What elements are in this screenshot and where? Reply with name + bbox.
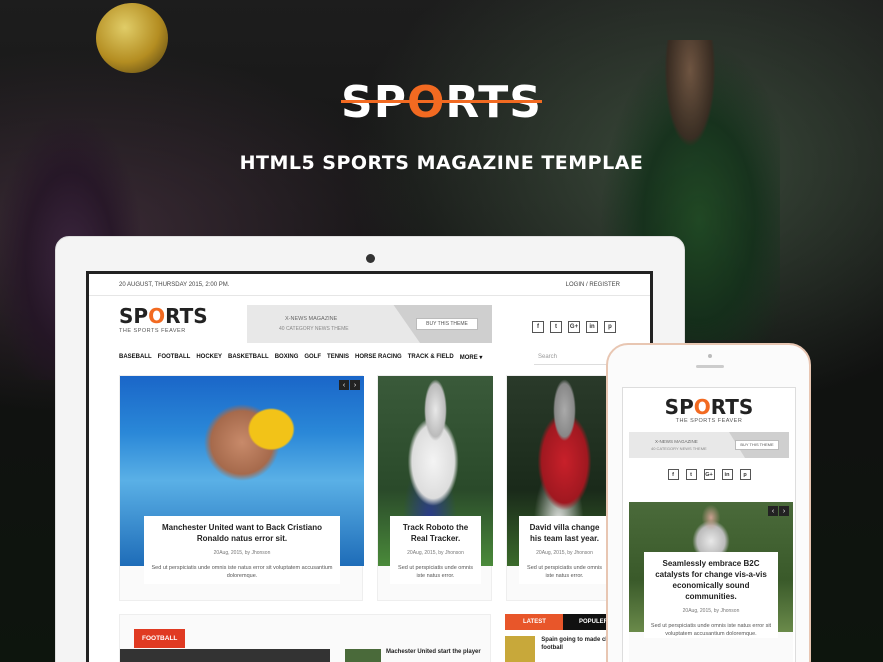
phone-logo-prefix: SP: [664, 395, 694, 419]
phone-logo-suffix: RTS: [710, 395, 754, 419]
hero-logo: SPORTS: [341, 80, 542, 126]
nav-item-more[interactable]: MORE ▾: [460, 354, 483, 361]
facebook-icon[interactable]: f: [532, 321, 544, 333]
site-tagline: THE SPORTS FEAVER: [119, 328, 186, 334]
ad-subtitle: 40 CATEGORY NEWS THEME: [279, 326, 349, 332]
nav-item-baseball[interactable]: BASEBALL: [119, 354, 152, 360]
featured-card[interactable]: David villa change his team last year. 2…: [506, 375, 622, 601]
ad-title: X-NEWS MAGAZINE: [285, 316, 338, 322]
card-text: Manchester United want to Back Cristiano…: [144, 516, 340, 584]
card-title[interactable]: Manchester United want to Back Cristiano…: [150, 522, 334, 544]
google-plus-icon[interactable]: G+: [568, 321, 580, 333]
hero-logo-strike: [341, 100, 542, 103]
hero-brand: SPORTS HTML5 SPORTS MAGAZINE TEMPLAE: [0, 80, 883, 175]
phone-featured-card[interactable]: ‹ › Seamlessly embrace B2C catalysts for…: [629, 502, 793, 662]
phone-slider-arrows: ‹ ›: [768, 506, 789, 516]
card-meta: 20Aug, 2015, by Jhonson: [407, 550, 464, 556]
phone-card-title[interactable]: Seamlessly embrace B2C catalysts for cha…: [650, 558, 772, 602]
football-main-image[interactable]: [120, 649, 330, 662]
phone-ad-banner[interactable]: X-NEWS MAGAZINE 40 CATEGORY NEWS THEME B…: [629, 432, 789, 458]
phone-tagline: THE SPORTS FEAVER: [675, 418, 743, 424]
header-ad-banner[interactable]: X-NEWS MAGAZINE 40 CATEGORY NEWS THEME B…: [247, 305, 492, 343]
card-meta: 20Aug, 2015, by Jhonson: [213, 550, 271, 556]
phone-logo[interactable]: SPORTS: [623, 396, 795, 418]
login-register-link[interactable]: LOGIN / REGISTER: [566, 282, 620, 288]
nav-item-boxing[interactable]: BOXING: [275, 354, 299, 360]
twitter-icon[interactable]: t: [550, 321, 562, 333]
main-nav: BASEBALL FOOTBALL HOCKEY BASKETBALL BOXI…: [89, 344, 650, 370]
featured-card[interactable]: Track Roboto the Real Tracker. 20Aug, 20…: [377, 375, 493, 601]
phone-camera: [708, 354, 712, 358]
featured-cards: ‹ › Manchester United want to Back Crist…: [119, 375, 622, 601]
nav-item-hockey[interactable]: HOCKEY: [196, 354, 222, 360]
twitter-icon[interactable]: t: [685, 469, 697, 480]
nav-item-golf[interactable]: GOLF: [304, 354, 321, 360]
tab-latest[interactable]: LATEST: [505, 614, 563, 630]
nav-item-tennis[interactable]: TENNIS: [327, 354, 349, 360]
site-logo-prefix: SP: [119, 304, 149, 328]
nav-item-horse-racing[interactable]: HORSE RACING: [355, 354, 402, 360]
phone-mockup: SPORTS THE SPORTS FEAVER X-NEWS MAGAZINE…: [606, 343, 811, 662]
list-item-thumb: [505, 636, 536, 662]
phone-logo-o: O: [693, 395, 711, 419]
site-logo[interactable]: SPORTS THE SPORTS FEAVER: [119, 306, 208, 334]
featured-card[interactable]: ‹ › Manchester United want to Back Crist…: [119, 375, 364, 601]
site-logo-suffix: RTS: [165, 304, 208, 328]
site-logo-o: O: [148, 304, 166, 328]
linkedin-icon[interactable]: in: [721, 469, 733, 480]
pinterest-icon[interactable]: p: [604, 321, 616, 333]
next-arrow-icon[interactable]: ›: [779, 506, 789, 516]
nav-item-football[interactable]: FOOTBALL: [158, 354, 191, 360]
category-badge[interactable]: FOOTBALL: [134, 629, 186, 648]
next-arrow-icon[interactable]: ›: [350, 380, 360, 390]
site-header: SPORTS THE SPORTS FEAVER X-NEWS MAGAZINE…: [89, 296, 650, 344]
phone-ad-subtitle: 40 CATEGORY NEWS THEME: [651, 446, 707, 451]
phone-speaker: [696, 365, 724, 368]
phone-buy-theme-button[interactable]: BUY THIS THEME: [735, 440, 779, 450]
laptop-camera: [366, 254, 375, 263]
slider-arrows: ‹ ›: [339, 380, 360, 390]
card-title[interactable]: Track Roboto the Real Tracker.: [396, 522, 475, 544]
pinterest-icon[interactable]: p: [739, 469, 751, 480]
card-excerpt: Sed ut perspiciatis unde omnis iste natu…: [398, 565, 473, 579]
laptop-screen: 20 AUGUST, THURSDAY 2015, 2:00 PM. LOGIN…: [86, 271, 653, 662]
football-ball-image: [96, 3, 168, 73]
laptop-mockup: 20 AUGUST, THURSDAY 2015, 2:00 PM. LOGIN…: [55, 236, 685, 662]
phone-card-excerpt: Sed ut perspiciatis unde omnis iste natu…: [650, 623, 772, 637]
buy-theme-button[interactable]: BUY THIS THEME: [416, 318, 478, 330]
prev-arrow-icon[interactable]: ‹: [768, 506, 778, 516]
linkedin-icon[interactable]: in: [586, 321, 598, 333]
phone-card-text: Seamlessly embrace B2C catalysts for cha…: [644, 552, 778, 638]
card-excerpt: Sed ut perspiciatis unde omnis iste natu…: [151, 565, 333, 579]
card-text: David villa change his team last year. 2…: [519, 516, 610, 584]
card-text: Track Roboto the Real Tracker. 20Aug, 20…: [390, 516, 481, 584]
google-plus-icon[interactable]: G+: [703, 469, 715, 480]
phone-social-icons: f t G+ in p: [623, 469, 795, 480]
social-icons: f t G+ in p: [532, 321, 616, 333]
football-headline[interactable]: Machester United start the player: [386, 649, 481, 655]
card-excerpt: Sed ut perspiciatis unde omnis iste natu…: [527, 565, 602, 579]
phone-screen: SPORTS THE SPORTS FEAVER X-NEWS MAGAZINE…: [622, 387, 796, 662]
hero-subtitle: HTML5 SPORTS MAGAZINE TEMPLAE: [239, 152, 644, 174]
nav-item-basketball[interactable]: BASKETBALL: [228, 354, 269, 360]
nav-item-track-field[interactable]: TRACK & FIELD: [408, 354, 454, 360]
date-text: 20 AUGUST, THURSDAY 2015, 2:00 PM.: [119, 281, 230, 288]
phone-card-meta: 20Aug, 2015, by Jhonson: [682, 608, 740, 614]
phone-ad-title: X-NEWS MAGAZINE: [655, 439, 698, 444]
facebook-icon[interactable]: f: [667, 469, 679, 480]
football-thumb-image[interactable]: [345, 649, 381, 662]
top-bar: 20 AUGUST, THURSDAY 2015, 2:00 PM. LOGIN…: [89, 274, 650, 296]
card-title[interactable]: David villa change his team last year.: [525, 522, 604, 544]
football-section: FOOTBALL Machester United start the play…: [119, 614, 491, 662]
prev-arrow-icon[interactable]: ‹: [339, 380, 349, 390]
card-meta: 20Aug, 2015, by Jhonson: [536, 550, 593, 556]
